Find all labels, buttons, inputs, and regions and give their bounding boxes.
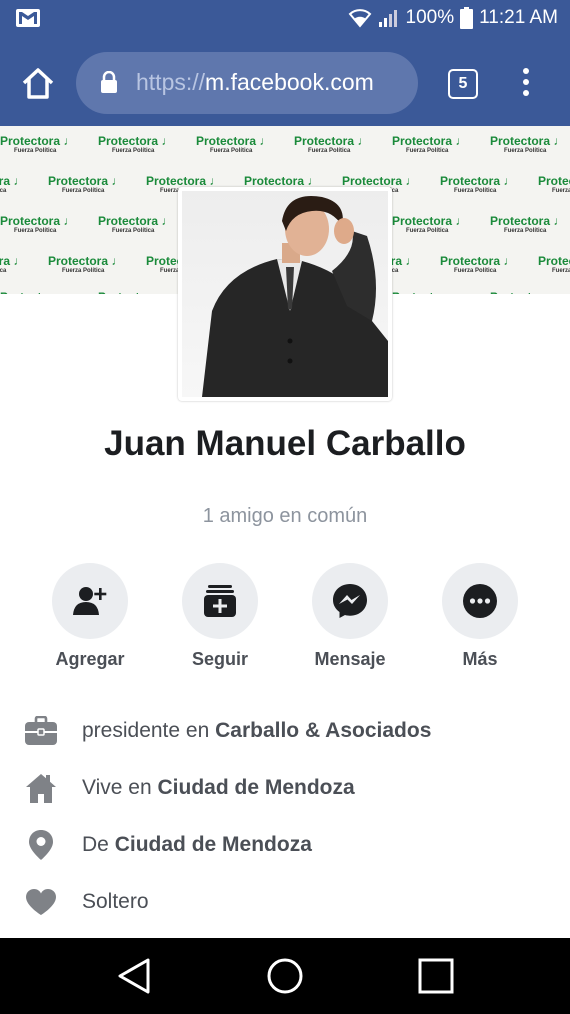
overflow-menu-icon[interactable] [518,68,534,98]
watermark-logo: Protectora ♩Fuerza Política [490,214,566,234]
watermark-logo: Protectora ♩Fuerza Política [98,134,174,154]
battery-percent: 100% [405,7,455,28]
watermark-logo: Protectora ♩Fuerza Política [392,290,467,294]
relationship-info: Soltero [24,882,554,922]
gmail-icon [16,9,40,27]
wifi-icon [348,9,371,28]
watermark-logo: Protectora ♩Fuerza Política [538,254,570,274]
message-button[interactable]: Mensaje [295,563,405,670]
home-nav-icon[interactable] [265,956,305,996]
profile-picture[interactable] [178,187,392,401]
from-info: De Ciudad de Mendoza [24,825,554,865]
follow-label: Seguir [191,649,248,669]
watermark-logo: Protectora ♩Fuerza Política [294,134,370,154]
lives-place-link[interactable]: Ciudad de Mendoza [158,776,355,799]
status-bar: 100% 11:21 AM [0,0,570,40]
watermark-logo: Protectora ♩Fuerza Política [490,290,565,294]
lives-text: Vive en Ciudad de Mendoza [82,776,355,800]
watermark-logo: Protectora ♩Fuerza Política [48,174,124,194]
work-info: presidente en Carballo & Asociados [24,711,554,751]
from-text: De Ciudad de Mendoza [82,833,312,857]
signal-icon [378,10,397,27]
add-friend-label: Agregar [55,649,125,669]
messenger-icon [333,584,367,618]
follow-icon [204,585,236,617]
work-prefix: presidente en [82,719,210,742]
mutual-friends-link[interactable]: 1 amigo en común [0,505,570,528]
home-icon [26,774,56,803]
watermark-logo: Protectora ♩Fuerza Política [440,174,516,194]
work-place-link[interactable]: Carballo & Asociados [215,719,431,742]
battery-icon [460,7,474,29]
watermark-logo: Protectora ♩Fuerza Política [538,174,570,194]
person-portrait [202,196,388,397]
profile-photo [182,191,388,397]
from-place-link[interactable]: Ciudad de Mendoza [115,833,312,856]
lives-info: Vive en Ciudad de Mendoza [24,768,554,808]
watermark-logo: Protectora ♩Fuerza Política [196,134,272,154]
watermark-logo: Protectora ♩Fuerza Política [0,174,26,194]
profile-name: Juan Manuel Carballo [104,424,466,463]
url-domain: m.facebook.com [205,69,374,95]
tab-switcher-button[interactable]: 5 [448,69,478,99]
url-text: https://m.facebook.com [136,69,374,96]
lives-prefix: Vive en [82,776,152,799]
watermark-logo: Protectora ♩Fuerza Política [392,134,468,154]
clock: 11:21 AM [479,7,558,28]
location-pin-icon [29,830,53,860]
browser-toolbar: https://m.facebook.com 5 [0,40,570,126]
from-prefix: De [82,833,109,856]
back-icon[interactable] [114,956,154,996]
more-button[interactable]: Más [425,563,535,670]
home-icon[interactable] [20,66,56,102]
watermark-logo: Protectora ♩Fuerza Política [440,254,516,274]
watermark-logo: Protectora ♩Fuerza Política [0,214,76,234]
follow-button[interactable]: Seguir [165,563,275,670]
url-scheme: https:// [136,69,206,95]
relationship-text: Soltero [82,890,149,913]
recents-icon[interactable] [416,956,456,996]
watermark-logo: Protectora ♩Fuerza Política [98,214,174,234]
system-nav-bar [0,938,570,1014]
more-label: Más [462,649,498,669]
watermark-logo: Protectora ♩Fuerza Política [0,254,26,274]
message-label: Mensaje [314,649,386,669]
watermark-logo: Protectora ♩Fuerza Política [392,214,468,234]
heart-icon [26,889,56,915]
work-text: presidente en Carballo & Asociados [82,719,431,743]
watermark-logo: Protectora ♩Fuerza Política [48,254,124,274]
lock-icon [101,71,117,93]
watermark-logo: Protectora ♩Fuerza Política [490,134,566,154]
add-friend-icon [73,587,107,615]
watermark-logo: Protectora ♩Fuerza Política [0,290,75,294]
add-friend-button[interactable]: Agregar [35,563,145,670]
watermark-logo: Protectora ♩Fuerza Política [98,290,173,294]
briefcase-icon [25,716,57,745]
more-icon [463,584,497,618]
watermark-logo: Protectora ♩Fuerza Política [0,134,76,154]
address-bar[interactable]: https://m.facebook.com [76,52,418,114]
